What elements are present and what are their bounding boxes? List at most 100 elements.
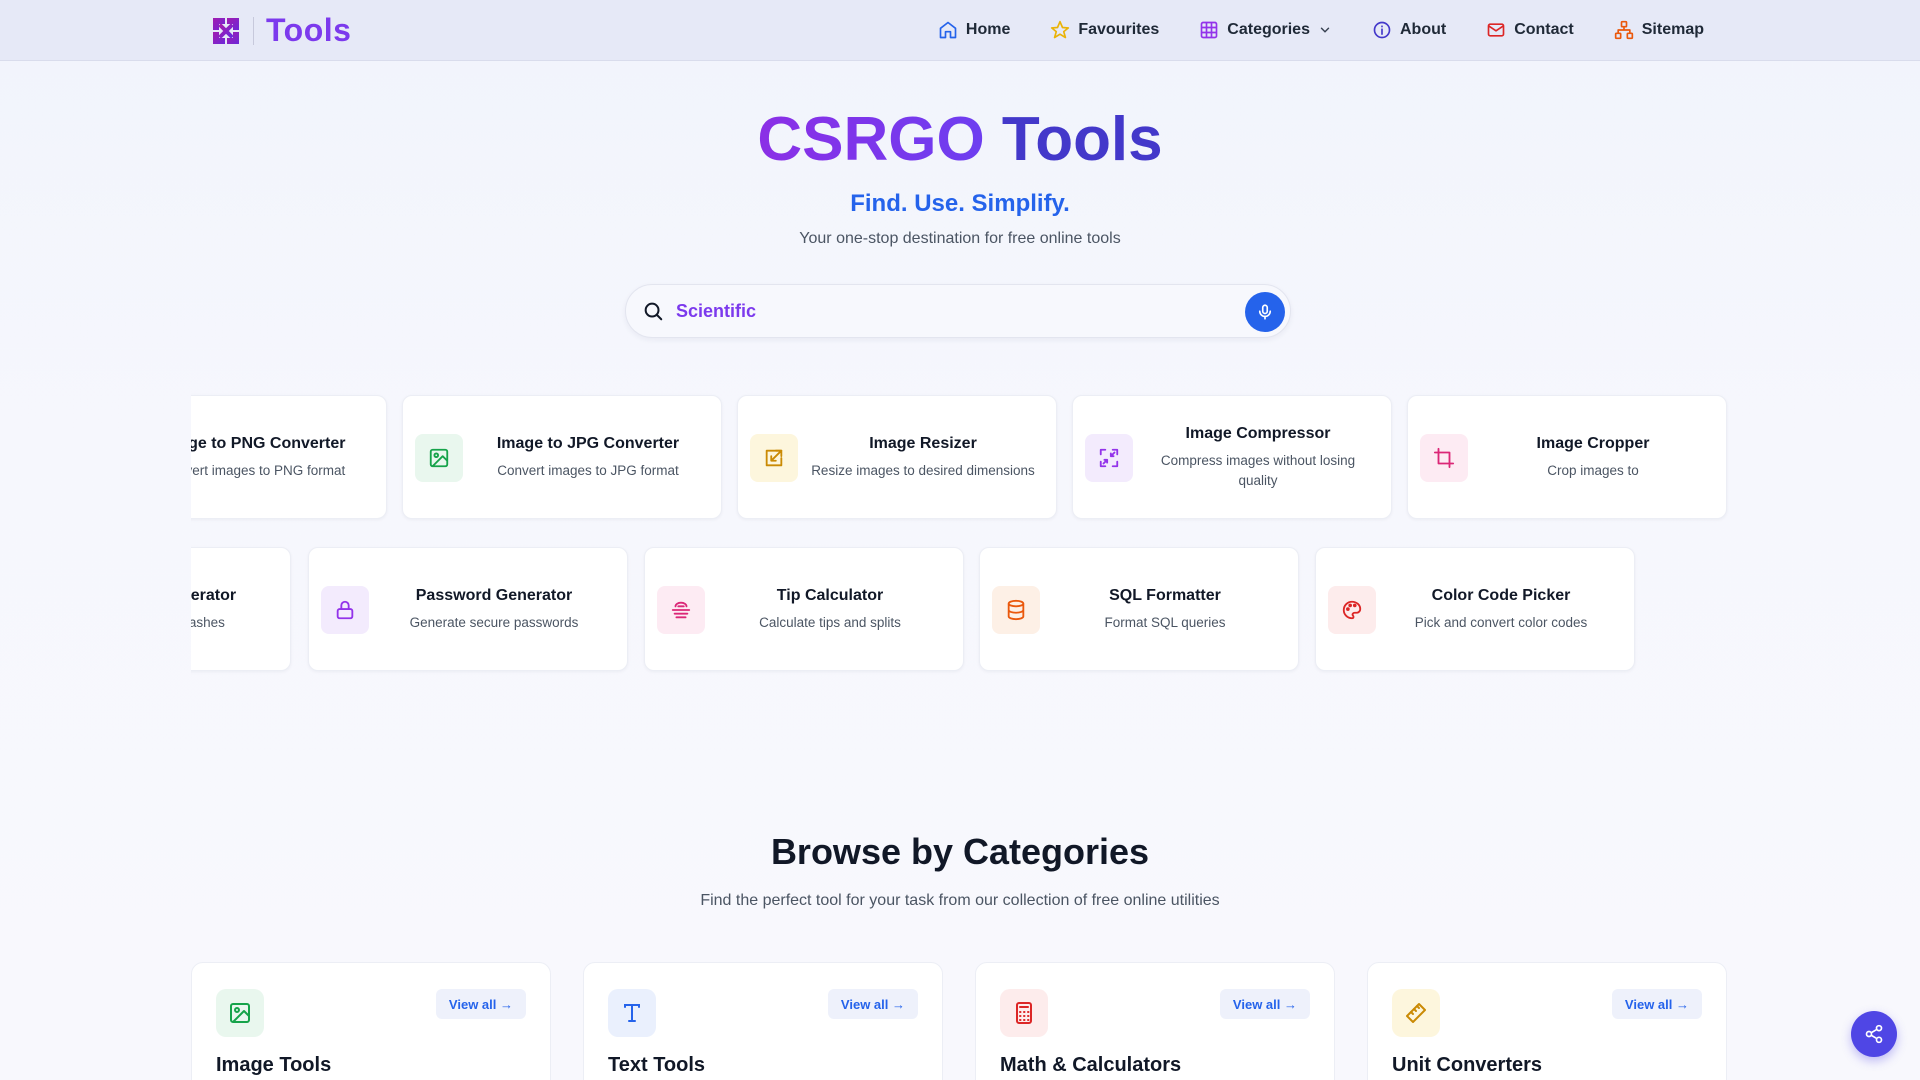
featured-tools-row-2: MD5 Hash Generator Generate MD5 hashes Pa…: [191, 545, 1729, 675]
tool-card-title: Tip Calculator: [776, 587, 884, 604]
microphone-icon: [1258, 304, 1272, 320]
nav-sitemap-label: Sitemap: [1641, 21, 1704, 38]
top-navbar: Tools Home Favourites Categories About C…: [0, 0, 1920, 61]
view-all-text-tools-button[interactable]: View all →: [827, 989, 918, 1019]
star-icon: [1051, 20, 1070, 39]
nav-home-label: Home: [965, 21, 1011, 38]
tool-card-desc: Convert images to PNG format: [191, 463, 346, 478]
tool-card-tip-calculator[interactable]: Tip Calculator Calculate tips and splits: [644, 547, 964, 671]
search-input[interactable]: [676, 295, 1196, 327]
categories-subtitle: Find the perfect tool for your task from…: [700, 892, 1220, 909]
database-icon: [1007, 599, 1025, 621]
site-logo[interactable]: Tools: [209, 12, 351, 49]
view-all-image-tools-button[interactable]: View all →: [435, 989, 526, 1019]
tool-card-desc: Format SQL queries: [1104, 615, 1226, 630]
tool-card-desc: Generate secure passwords: [409, 615, 579, 630]
tool-card-title: Image Resizer: [869, 435, 977, 452]
nav-contact[interactable]: Contact: [1486, 20, 1574, 40]
image-icon: [429, 448, 449, 468]
tool-card-desc: Crop images to: [1547, 463, 1639, 478]
category-name: Unit Converters: [1392, 1054, 1543, 1076]
category-card-unit-converters[interactable]: View all → Unit Converters: [1367, 962, 1727, 1080]
sitemap-icon: [1614, 20, 1633, 40]
voice-search-button[interactable]: [1245, 292, 1285, 332]
tool-card-icon-bg: [1328, 586, 1376, 634]
calculator-icon: [1016, 1002, 1032, 1024]
tool-card-title: SQL Formatter: [1109, 587, 1221, 604]
tool-card-image-to-jpg[interactable]: Image to JPG Converter Convert images to …: [402, 395, 722, 519]
crop-icon: [1433, 447, 1455, 469]
category-name: Image Tools: [216, 1054, 332, 1076]
category-name: Math & Calculators: [1000, 1054, 1182, 1076]
coins-icon: [671, 601, 691, 619]
nav-categories-label: Categories: [1227, 21, 1310, 38]
tool-card-icon-bg: [415, 434, 463, 482]
tool-card-icon-bg: [750, 434, 798, 482]
tool-card-sql-formatter[interactable]: SQL Formatter Format SQL queries: [979, 547, 1299, 671]
nav-about[interactable]: About: [1372, 20, 1446, 40]
category-icon-bg: [1392, 989, 1440, 1037]
category-icon-bg: [608, 989, 656, 1037]
tool-card-icon-bg: [1420, 434, 1468, 482]
hero-tagline: Find. Use. Simplify.: [850, 190, 1070, 217]
share-icon: [1865, 1024, 1883, 1044]
compress-icon: [1099, 448, 1119, 468]
nav-sitemap[interactable]: Sitemap: [1614, 20, 1704, 40]
tool-card-icon-bg: [321, 586, 369, 634]
tool-card-title: Image to JPG Converter: [496, 435, 680, 452]
nav-favourites-label: Favourites: [1078, 21, 1160, 38]
hero-title-word: Tools: [1001, 105, 1163, 174]
mail-icon: [1487, 23, 1505, 37]
tool-card-desc: Calculate tips and splits: [759, 615, 901, 630]
info-icon: [1373, 21, 1391, 39]
tool-card-image-resizer[interactable]: Image Resizer Resize images to desired di…: [737, 395, 1057, 519]
tool-card-icon-bg: [992, 586, 1040, 634]
view-all-math-button[interactable]: View all →: [1219, 989, 1310, 1019]
share-button[interactable]: [1851, 1011, 1897, 1057]
ruler-icon: [1406, 1003, 1426, 1023]
tool-card-desc: Convert images to JPG format: [497, 463, 679, 478]
chevron-down-icon: [1320, 27, 1330, 33]
palette-icon: [1342, 600, 1362, 620]
category-card-image-tools[interactable]: View all → Image Tools: [191, 962, 551, 1080]
logo-icon: [213, 17, 239, 44]
resize-icon: [765, 449, 783, 467]
search-icon: [644, 302, 663, 321]
text-icon: [624, 1004, 640, 1022]
category-icon-bg: [216, 989, 264, 1037]
view-all-unit-converters-button[interactable]: View all →: [1611, 989, 1702, 1019]
lock-icon: [336, 600, 354, 620]
grid-icon: [1200, 21, 1218, 39]
logo-text: Tools: [266, 12, 352, 48]
tool-card-title: Image to PNG Converter: [191, 435, 346, 452]
tool-card-desc: Generate MD5 hashes: [191, 615, 225, 630]
tool-card-color-picker[interactable]: Color Code Picker Pick and convert color …: [1315, 547, 1635, 671]
tool-card-image-compressor[interactable]: Image Compressor Compress images without …: [1072, 395, 1392, 519]
nav-about-label: About: [1399, 21, 1447, 38]
tool-card-desc: Compress images without losing quality: [1160, 453, 1356, 488]
hero-subtitle: Your one-stop destination for free onlin…: [799, 230, 1121, 247]
nav-favourites[interactable]: Favourites: [1050, 20, 1159, 40]
nav-categories[interactable]: Categories: [1199, 20, 1332, 40]
tool-card-title: Color Code Picker: [1431, 587, 1571, 604]
tool-card-title: Password Generator: [415, 587, 573, 604]
category-name: Text Tools: [608, 1054, 706, 1076]
category-icon-bg: [1000, 989, 1048, 1037]
category-card-text-tools[interactable]: View all → Text Tools: [583, 962, 943, 1080]
categories-heading: Browse by Categories: [770, 831, 1150, 872]
logo-divider: [253, 16, 254, 45]
category-card-math-calculators[interactable]: View all → Math & Calculators: [975, 962, 1335, 1080]
tool-card-image-to-png[interactable]: Image to PNG Converter Convert images to …: [191, 395, 387, 519]
tool-card-desc: Pick and convert color codes: [1414, 615, 1588, 630]
nav-home[interactable]: Home: [938, 20, 1010, 40]
image-icon: [230, 1003, 250, 1023]
tool-card-md5-hash[interactable]: MD5 Hash Generator Generate MD5 hashes: [191, 547, 291, 671]
tool-card-icon-bg: [657, 586, 705, 634]
main-nav: Home Favourites Categories About Contact…: [898, 0, 1704, 60]
tool-card-title: MD5 Hash Generator: [191, 587, 237, 604]
tool-card-icon-bg: [1085, 434, 1133, 482]
nav-contact-label: Contact: [1514, 21, 1574, 38]
tool-card-password-generator[interactable]: Password Generator Generate secure passwo…: [308, 547, 628, 671]
tool-card-title: Image Compressor: [1185, 425, 1331, 442]
tool-card-image-cropper[interactable]: Image Cropper Crop images to: [1407, 395, 1727, 519]
